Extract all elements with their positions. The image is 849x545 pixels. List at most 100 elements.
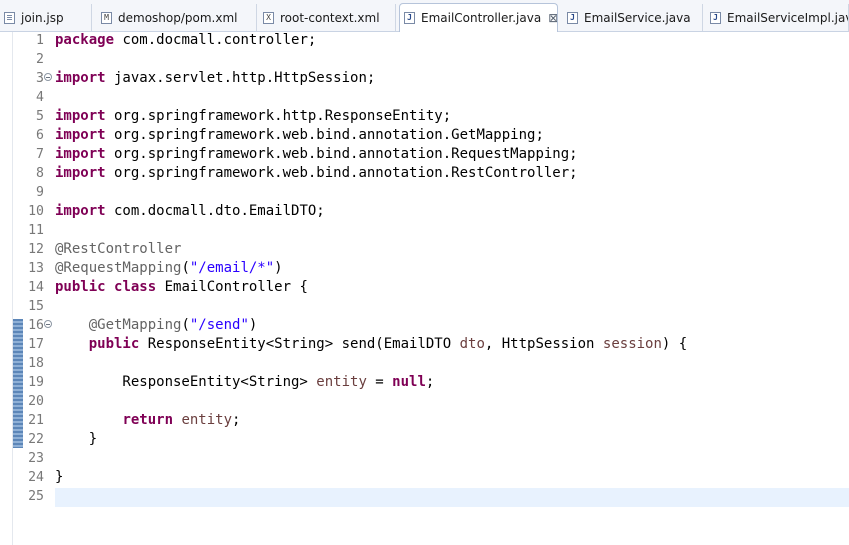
code-text: return entity; [55,411,240,430]
line-number: 10 [28,204,44,219]
code-text: @RequestMapping("/email/*") [55,259,283,278]
tab-emailservice-java[interactable]: J EmailService.java [563,4,703,31]
code-line: 1 package com.docmall.controller; [0,31,849,50]
code-token: ( [181,260,190,276]
code-token: "/email/*" [189,260,275,276]
code-token: org.springframework.http.ResponseEntity; [105,108,452,124]
code-line: 20 [0,392,849,411]
line-number: 20 [28,394,44,409]
code-token: ; [425,374,435,390]
jsp-file-icon [4,11,15,24]
code-text: ResponseEntity<String> entity = null; [55,373,434,392]
line-number: 7 [36,147,44,162]
code-token: entity [181,412,233,428]
maven-pom-icon: M [101,11,112,24]
line-number: 14 [28,280,44,295]
code-token: "/send" [189,317,249,333]
code-line: 21 return entity; [0,411,849,430]
code-token: return [122,412,174,428]
tab-demoshop-pom-xml[interactable]: Mdemoshop/pom.xml [97,4,257,31]
line-number: 4 [36,90,44,105]
line-number: 5 [36,109,44,124]
line-number: 25 [28,489,44,504]
code-token: class [114,279,157,295]
code-text: import org.springframework.web.bind.anno… [55,126,544,145]
code-text: import org.springframework.web.bind.anno… [55,164,578,183]
code-text: public ResponseEntity<String> send(Email… [55,335,688,354]
tab-label: EmailServiceImpl.java [727,10,849,25]
code-token: } [55,469,64,485]
code-token: ) [248,317,258,333]
tab-label: root-context.xml [280,10,380,25]
java-file-icon: J [404,12,415,24]
code-line: 22 } [0,430,849,449]
code-token: org.springframework.web.bind.annotation.… [105,165,578,181]
close-tab-icon[interactable]: ⊠ [548,11,557,25]
code-token: ; [232,412,241,428]
code-line: 8 import org.springframework.web.bind.ann… [0,164,849,183]
line-number: 9 [36,185,44,200]
code-text: public class EmailController { [55,278,308,297]
code-text: } [55,430,97,449]
code-editor[interactable]: 1 package com.docmall.controller; 2 3 import… [0,32,849,545]
tab-emailserviceimpl-java[interactable]: J EmailServiceImpl.java [706,4,849,31]
line-number: 16 [28,318,44,333]
line-number: 19 [28,375,44,390]
line-number: 12 [28,242,44,257]
line-number: 13 [28,261,44,276]
code-token: org.springframework.web.bind.annotation.… [105,127,544,143]
code-token: , HttpSession [484,336,603,352]
code-line: 6 import org.springframework.web.bind.ann… [0,126,849,145]
collapse-fold-icon[interactable] [44,73,52,81]
code-line: 3 import javax.servlet.http.HttpSession; [0,69,849,88]
code-token: org.springframework.web.bind.annotation.… [105,146,578,162]
tab-root-context-xml[interactable]: Xroot-context.xml [259,4,396,31]
code-line: 13 @RequestMapping("/email/*") [0,259,849,278]
code-token: import [55,127,106,143]
code-token: ResponseEntity<String> send(EmailDTO [139,336,460,352]
code-line: 12 @RestController [0,240,849,259]
code-line: 19 ResponseEntity<String> entity = null; [0,373,849,392]
code-line: 17 public ResponseEntity<String> send(Em… [0,335,849,354]
code-token: session [602,336,662,352]
line-number: 11 [28,223,44,238]
xml-file-icon: X [263,11,274,24]
code-line: 10 import com.docmall.dto.EmailDTO; [0,202,849,221]
code-line: 4 [0,88,849,107]
line-number: 1 [36,33,44,48]
code-token: javax.servlet.http.HttpSession; [105,70,376,86]
code-text: package com.docmall.controller; [55,31,316,50]
code-token: null [392,374,426,390]
line-number: 17 [28,337,44,352]
code-token: public [88,336,140,352]
tab-emailcontroller-java[interactable]: J EmailController.java ⊠ [399,3,558,32]
tab-join-jsp[interactable]: join.jsp [0,4,92,31]
code-token: com.docmall.dto.EmailDTO; [105,203,325,219]
code-text: @RestController [55,240,181,259]
code-line: 11 [0,221,849,240]
line-number: 6 [36,128,44,143]
line-number: 23 [28,451,44,466]
code-line: 18 [0,354,849,373]
line-number: 22 [28,432,44,447]
code-token: @RestController [55,241,182,257]
code-token: import [55,108,106,124]
code-token: @RequestMapping [55,260,182,276]
code-token: ) { [661,336,688,352]
code-token: ) [274,260,283,276]
code-line: 24} [0,468,849,487]
code-token: = [366,374,393,390]
code-line: 2 [0,50,849,69]
code-text: import org.springframework.http.Response… [55,107,451,126]
code-text: import javax.servlet.http.HttpSession; [55,69,375,88]
line-number: 2 [36,52,44,67]
code-token: public [55,279,106,295]
code-text: @GetMapping("/send") [55,316,258,335]
collapse-fold-icon[interactable] [44,320,52,328]
line-number: 24 [28,470,44,485]
code-line: 9 [0,183,849,202]
